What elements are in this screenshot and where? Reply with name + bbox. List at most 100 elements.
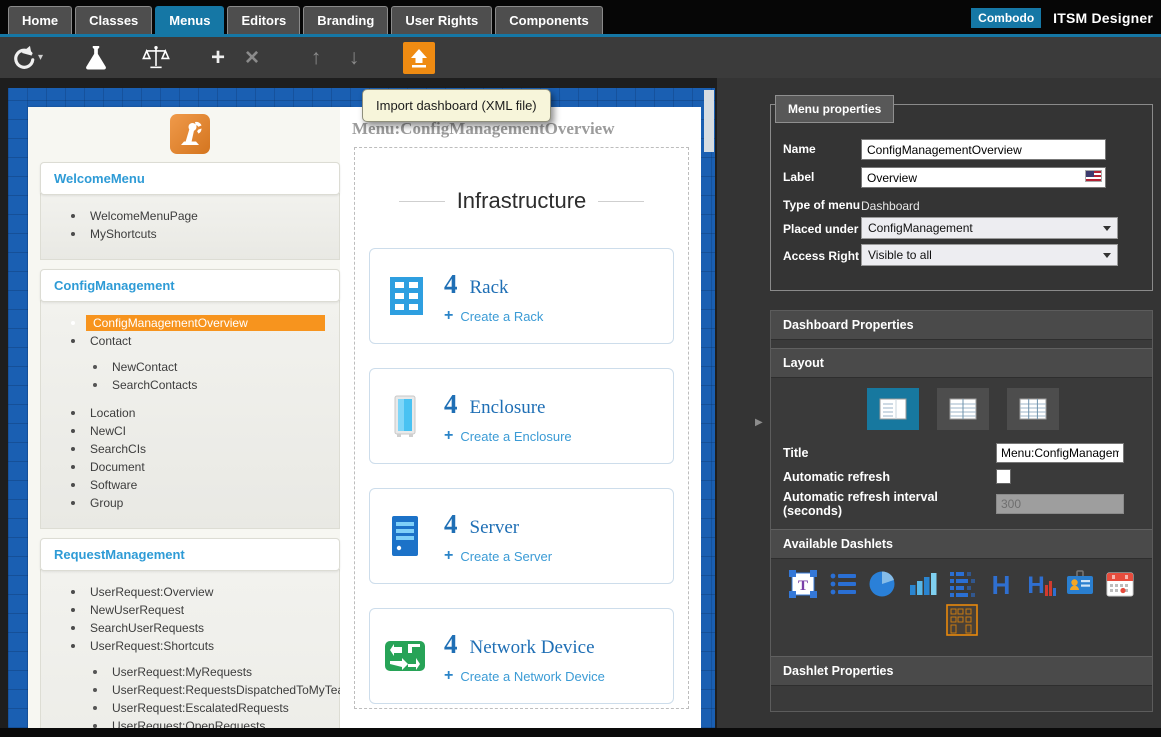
- tab-user-rights[interactable]: User Rights: [391, 6, 492, 34]
- menu-item-userrequest-requestsdispatchedtomyteams[interactable]: UserRequest:RequestsDispatchedToMyTeams: [41, 681, 339, 699]
- dashlet-calendar-icon[interactable]: [1104, 568, 1136, 600]
- bullet-icon: [71, 465, 75, 469]
- menu-section-items: ConfigManagementOverviewContact NewContac…: [40, 300, 340, 529]
- dashboard-title-input[interactable]: [996, 443, 1124, 463]
- object-label[interactable]: Server: [470, 517, 520, 539]
- dashlet-header-chart-icon[interactable]: H: [1025, 568, 1057, 600]
- create-label: Create a Server: [460, 549, 552, 564]
- menu-item-myshortcuts[interactable]: MyShortcuts: [41, 225, 339, 243]
- bullet-icon: [71, 483, 75, 487]
- menu-item-welcomemenupage[interactable]: WelcomeMenuPage: [41, 207, 339, 225]
- dashlet-text-icon[interactable]: T: [787, 568, 819, 600]
- add-button[interactable]: +: [203, 42, 233, 74]
- menu-properties-tab: Menu properties: [775, 95, 894, 123]
- dashlet-custom-rack-icon[interactable]: [946, 604, 978, 636]
- plus-icon: +: [444, 551, 453, 561]
- menu-item-software[interactable]: Software: [41, 476, 339, 494]
- flask-icon: [84, 44, 108, 72]
- placed-under-select[interactable]: ConfigManagement: [861, 217, 1118, 239]
- menu-item-searchcis[interactable]: SearchCIs: [41, 440, 339, 458]
- auto-refresh-checkbox[interactable]: [996, 469, 1011, 484]
- undo-button[interactable]: ▾: [10, 42, 43, 74]
- bullet-icon: [71, 447, 75, 451]
- dashlet-badge-icon[interactable]: [1064, 568, 1096, 600]
- tab-branding[interactable]: Branding: [303, 6, 388, 34]
- layout-two-column-button[interactable]: [937, 388, 989, 430]
- move-up-button[interactable]: ↑: [301, 42, 331, 74]
- layout-header[interactable]: Layout: [771, 348, 1152, 378]
- layout-three-column-button[interactable]: [1007, 388, 1059, 430]
- tab-home[interactable]: Home: [8, 6, 72, 34]
- menu-item-userrequest-overview[interactable]: UserRequest:Overview: [41, 583, 339, 601]
- create-link[interactable]: +Create a Network Device: [444, 669, 605, 684]
- name-input[interactable]: [861, 139, 1106, 160]
- menu-item-label: UserRequest:Overview: [86, 584, 217, 600]
- scales-icon: [141, 44, 171, 71]
- available-dashlets-header[interactable]: Available Dashlets: [771, 529, 1152, 559]
- tab-components[interactable]: Components: [495, 6, 602, 34]
- label-input[interactable]: [861, 167, 1106, 188]
- menu-item-contact[interactable]: Contact: [41, 332, 339, 350]
- menu-item-configmanagementoverview[interactable]: ConfigManagementOverview: [41, 314, 339, 332]
- menu-item-userrequest-myrequests[interactable]: UserRequest:MyRequests: [41, 663, 339, 681]
- create-label: Create a Enclosure: [460, 429, 571, 444]
- access-right-select[interactable]: Visible to all: [861, 244, 1118, 266]
- menu-item-userrequest-openrequests[interactable]: UserRequest:OpenRequests: [41, 717, 339, 728]
- type-of-menu-label: Type of menu: [783, 195, 861, 213]
- us-flag-icon[interactable]: [1085, 170, 1102, 182]
- menu-item-userrequest-shortcuts[interactable]: UserRequest:Shortcuts: [41, 637, 339, 655]
- menu-item-searchcontacts[interactable]: SearchContacts: [41, 376, 339, 394]
- scrollbar-thumb[interactable]: [704, 90, 714, 152]
- tab-classes[interactable]: Classes: [75, 6, 152, 34]
- tab-menus[interactable]: Menus: [155, 6, 224, 34]
- menu-item-newuserrequest[interactable]: NewUserRequest: [41, 601, 339, 619]
- dashlet-header-icon[interactable]: H: [985, 568, 1017, 600]
- object-count[interactable]: 4: [444, 509, 458, 540]
- create-link[interactable]: +Create a Enclosure: [444, 429, 572, 444]
- menu-item-group[interactable]: Group: [41, 494, 339, 512]
- tab-editors[interactable]: Editors: [227, 6, 300, 34]
- chevron-down-icon: [1103, 226, 1111, 235]
- menu-section-title[interactable]: RequestManagement: [40, 538, 340, 571]
- object-count[interactable]: 4: [444, 389, 458, 420]
- import-dashboard-button[interactable]: [403, 42, 435, 74]
- dashboard-drop-zone[interactable]: Infrastructure 4 Rack +Create a Rack 4 Encl…: [354, 147, 689, 709]
- move-down-icon: ↓: [349, 47, 360, 68]
- design-canvas: WelcomeMenu WelcomeMenuPageMyShortcuts Con…: [0, 78, 717, 728]
- bullet-icon: [93, 670, 97, 674]
- create-link[interactable]: + Create a Server: [444, 549, 552, 564]
- object-count[interactable]: 4: [444, 269, 458, 300]
- dashlet-bar-chart-icon[interactable]: [906, 568, 938, 600]
- sandbox-button[interactable]: [81, 42, 111, 74]
- menu-item-newcontact[interactable]: NewContact: [41, 358, 339, 376]
- menu-item-label: SearchCIs: [86, 441, 150, 457]
- menu-item-newci[interactable]: NewCI: [41, 422, 339, 440]
- undo-icon: [10, 45, 36, 71]
- undo-dropdown-caret[interactable]: ▾: [38, 52, 43, 63]
- menu-section-title[interactable]: WelcomeMenu: [40, 162, 340, 195]
- create-link[interactable]: +Create a Rack: [444, 309, 543, 324]
- bottom-bar: [0, 728, 1161, 737]
- move-down-button[interactable]: ↓: [339, 42, 369, 74]
- object-label[interactable]: Network Device: [470, 637, 595, 659]
- panel-collapse-arrow[interactable]: ▶: [755, 417, 763, 428]
- dashlet-group-by-icon[interactable]: [946, 568, 978, 600]
- menu-section-title[interactable]: ConfigManagement: [40, 269, 340, 302]
- menu-item-document[interactable]: Document: [41, 458, 339, 476]
- dashlet-properties-header[interactable]: Dashlet Properties: [771, 656, 1152, 686]
- menu-item-label: Group: [86, 495, 127, 511]
- dashboard-properties-header[interactable]: Dashboard Properties: [771, 311, 1152, 340]
- object-count[interactable]: 4: [444, 629, 458, 660]
- dashlet-list-icon[interactable]: [827, 568, 859, 600]
- menu-item-location[interactable]: Location: [41, 404, 339, 422]
- compare-button[interactable]: [141, 42, 171, 74]
- delete-button[interactable]: ×: [237, 42, 267, 74]
- layout-one-column-button[interactable]: [867, 388, 919, 430]
- object-label[interactable]: Rack: [470, 277, 509, 299]
- menu-item-userrequest-escalatedrequests[interactable]: UserRequest:EscalatedRequests: [41, 699, 339, 717]
- object-label[interactable]: Enclosure: [470, 397, 546, 419]
- dashlet-pie-chart-icon[interactable]: [866, 568, 898, 600]
- menu-item-searchuserrequests[interactable]: SearchUserRequests: [41, 619, 339, 637]
- dashboard-title-text: Infrastructure: [457, 188, 587, 214]
- bullet-icon: [71, 590, 75, 594]
